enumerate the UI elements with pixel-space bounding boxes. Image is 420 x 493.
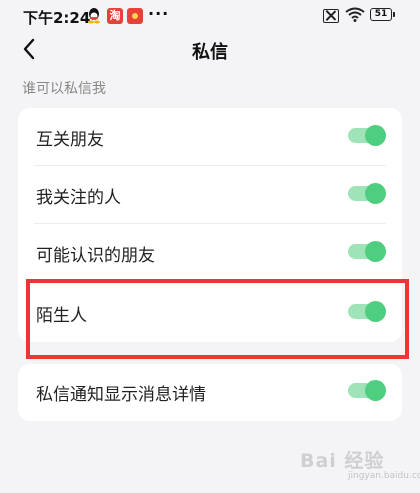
setting-label: 可能认识的朋友 — [36, 246, 155, 266]
taobao-icon: 淘 — [107, 8, 123, 24]
setting-label: 互关朋友 — [36, 130, 104, 150]
page-title: 私信 — [192, 42, 228, 63]
section-label: 谁可以私信我 — [22, 81, 106, 97]
wifi-icon — [345, 7, 365, 22]
possible-friends-toggle[interactable] — [348, 241, 386, 262]
setting-label: 私信通知显示消息详情 — [36, 385, 206, 405]
watermark: Bai 经验 jingyan.baidu.com — [300, 432, 420, 487]
setting-label: 我关注的人 — [36, 188, 121, 208]
toggle-knob — [365, 380, 386, 401]
highlight-box — [26, 279, 409, 359]
setting-row-mutual-friends: 互关朋友 — [18, 108, 402, 166]
notify-details-toggle[interactable] — [348, 380, 386, 401]
watermark-text: Bai 经验 — [300, 450, 385, 472]
mutual-friends-toggle[interactable] — [348, 125, 386, 146]
more-dots-icon: ··· — [148, 4, 170, 23]
notification-settings-card: 私信通知显示消息详情 — [18, 364, 402, 421]
following-toggle[interactable] — [348, 183, 386, 204]
sim-off-icon — [323, 9, 339, 23]
toggle-knob — [365, 183, 386, 204]
status-time: 下午2:24 — [23, 9, 91, 27]
setting-row-possible-friends: 可能认识的朋友 — [18, 224, 402, 282]
toggle-knob — [365, 241, 386, 262]
battery-icon: 51 — [370, 8, 395, 21]
setting-row-following: 我关注的人 — [18, 166, 402, 224]
qq-icon — [88, 8, 100, 24]
toggle-knob — [365, 125, 386, 146]
red-packet-icon — [127, 8, 143, 24]
nav-bar: 私信 — [0, 32, 420, 70]
watermark-sub: jingyan.baidu.com — [348, 471, 420, 481]
setting-row-notify-details: 私信通知显示消息详情 — [18, 364, 402, 422]
status-bar: 下午2:24 淘 ··· 51 — [0, 0, 420, 32]
